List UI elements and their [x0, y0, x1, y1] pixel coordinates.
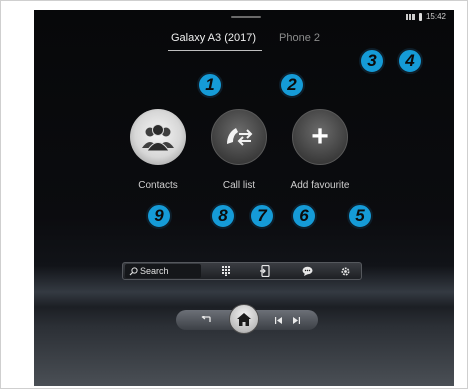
contacts-icon	[142, 124, 174, 152]
home-button[interactable]	[229, 304, 259, 334]
callout-9: 9	[146, 203, 172, 229]
active-device-underline	[168, 50, 262, 51]
phone-transfer-button[interactable]	[259, 265, 271, 277]
search-icon	[129, 266, 138, 275]
keypad-icon	[222, 266, 230, 276]
message-button[interactable]	[301, 265, 313, 277]
callout-5: 5	[347, 203, 373, 229]
next-track-icon	[292, 316, 300, 324]
plus-icon: +	[311, 120, 329, 153]
settings-button[interactable]	[339, 265, 351, 277]
figure-frame: Galaxy A3 (2017) Phone 2 15:42 1 2 3 4 5…	[0, 0, 468, 389]
battery-icon	[418, 12, 422, 21]
callout-6: 6	[291, 203, 317, 229]
contacts-button[interactable]	[130, 109, 186, 165]
call-list-button[interactable]	[211, 109, 267, 165]
phone-toolbar: Search	[122, 262, 362, 280]
message-icon	[302, 266, 312, 276]
device-tab-secondary[interactable]: Phone 2	[279, 32, 320, 44]
settings-icon	[340, 266, 350, 276]
device-tab-primary[interactable]: Galaxy A3 (2017)	[171, 32, 256, 44]
signal-strength-icon	[404, 13, 415, 20]
previous-track-icon	[274, 316, 282, 324]
previous-track-button[interactable]	[272, 315, 284, 325]
clock: 15:42	[425, 12, 446, 21]
callout-1: 1	[197, 72, 223, 98]
add-favourite-button[interactable]: +	[292, 109, 348, 165]
call-list-label: Call list	[222, 180, 256, 191]
add-favourite-label: Add favourite	[290, 180, 350, 191]
callout-4: 4	[397, 48, 423, 74]
phone-transfer-icon	[260, 265, 270, 277]
home-icon	[237, 312, 251, 326]
contacts-label: Contacts	[138, 180, 178, 191]
status-bar: 15:42	[404, 12, 446, 21]
pull-down-handle[interactable]	[231, 16, 261, 18]
back-button[interactable]	[200, 315, 212, 325]
head-unit-screen: Galaxy A3 (2017) Phone 2 15:42 1 2 3 4 5…	[34, 10, 454, 386]
callout-8: 8	[210, 203, 236, 229]
back-icon	[200, 316, 211, 322]
call-list-icon	[227, 128, 253, 146]
callout-2: 2	[279, 72, 305, 98]
search-field[interactable]: Search	[125, 264, 201, 278]
callout-3: 3	[359, 48, 385, 74]
search-label: Search	[140, 266, 169, 276]
next-track-button[interactable]	[290, 315, 302, 325]
callout-7: 7	[249, 203, 275, 229]
keypad-button[interactable]	[220, 265, 232, 277]
